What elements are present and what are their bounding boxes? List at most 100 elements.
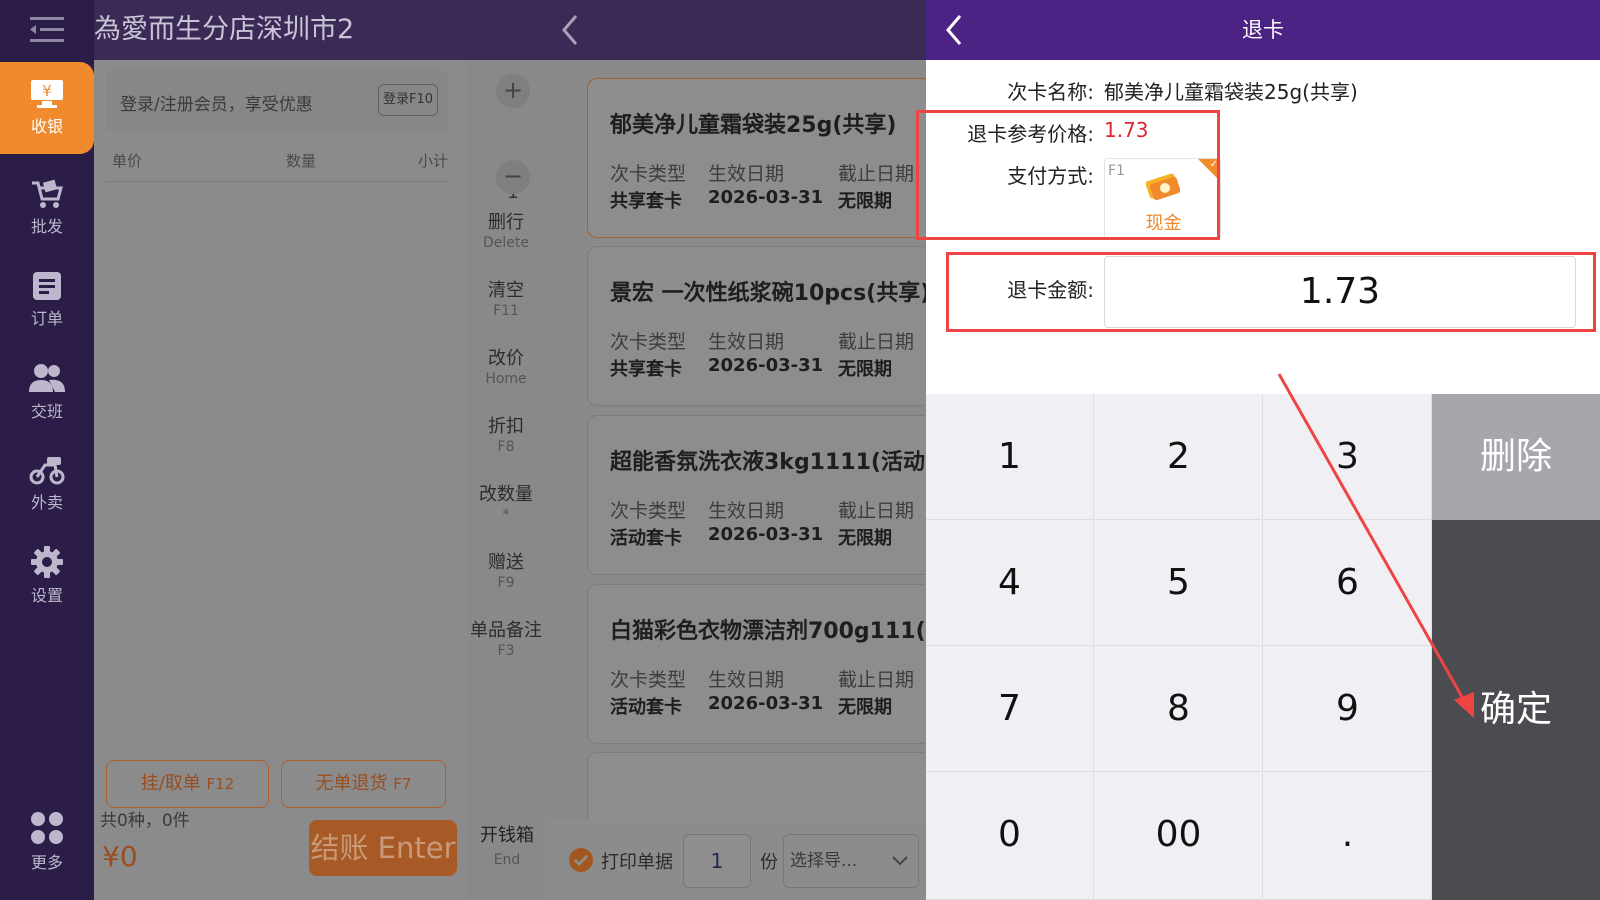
nav-label: 交班 (30, 402, 63, 421)
more-grid-icon (31, 812, 63, 844)
guide-select-value: 选择导... (790, 851, 858, 871)
card-item[interactable]: 白猫彩色衣物漂洁剂700g111(活动) 次卡类型 生效日期 截止日期 活动套卡… (587, 584, 926, 744)
card-title: 白猫彩色衣物漂洁剂700g111(活动) (610, 619, 926, 644)
refund-card-dialog: 退卡 次卡名称: 郁美净儿童霜袋装25g(共享) 退卡参考价格: 1.73 支付… (916, 0, 1600, 900)
nav-shift[interactable]: 交班 (0, 346, 94, 438)
return-key: F7 (393, 775, 412, 793)
key-3[interactable]: 3 (1264, 394, 1432, 520)
key-0[interactable]: 0 (926, 772, 1094, 900)
card-start-label: 生效日期 (708, 669, 785, 691)
func-label: 单品备注 (470, 620, 542, 641)
key-dot[interactable]: . (1264, 772, 1432, 900)
nav-label: 收银 (30, 117, 63, 136)
dialog-back-button[interactable] (944, 14, 964, 50)
card-end-label: 截止日期 (838, 500, 915, 522)
func-label: 折扣 (488, 416, 524, 437)
copies-unit: 份 (760, 852, 778, 873)
cart-panel: 登录/注册会员，享受优惠 登录F10 单价 数量 小计 挂/取单 F12 无单退… (94, 60, 467, 900)
drawer-key: End (493, 852, 521, 868)
qty-plus-button[interactable]: + (496, 74, 530, 108)
card-end-label: 截止日期 (838, 669, 915, 691)
return-label: 无单退货 (315, 773, 388, 794)
card-item[interactable]: 超能香氛洗衣液3kg1111(活动) 次卡类型 生效日期 截止日期 活动套卡 2… (587, 415, 926, 575)
card-type: 共享套卡 (610, 191, 682, 212)
key-4[interactable]: 4 (926, 520, 1094, 646)
func-label: 改价 (488, 348, 524, 369)
card-item[interactable]: 郁美净儿童霜袋装25g(共享) 次卡类型 生效日期 截止日期 共享套卡 2026… (587, 78, 926, 238)
function-column: + 1 − 删行 Delete 清空 F11 改价 Home 折扣 F8 改数量… (467, 60, 545, 900)
card-start-label: 生效日期 (708, 163, 785, 185)
func-change-qty[interactable]: 改数量 * (467, 484, 545, 524)
card-item-partial[interactable] (587, 752, 926, 820)
card-end-label: 截止日期 (838, 331, 915, 353)
func-key: F3 (497, 643, 515, 659)
top-bar: 為愛而生分店深圳市2 (94, 0, 926, 60)
card-start-label: 生效日期 (708, 500, 785, 522)
chevron-down-icon (892, 856, 908, 866)
func-change-price[interactable]: 改价 Home (467, 348, 545, 388)
card-item[interactable]: 景宏 一次性纸浆碗10pcs(共享) 次卡类型 生效日期 截止日期 共享套卡 2… (587, 246, 926, 406)
login-button[interactable]: 登录F10 (378, 84, 438, 116)
card-start-label: 生效日期 (708, 331, 785, 353)
guide-select[interactable]: 选择导... (783, 834, 919, 888)
highlight-box-amount (946, 252, 1596, 332)
key-6[interactable]: 6 (1264, 520, 1432, 646)
key-2[interactable]: 2 (1095, 394, 1263, 520)
hold-order-key: F12 (206, 775, 235, 793)
func-key: Home (485, 371, 527, 387)
nav-delivery[interactable]: 外卖 (0, 438, 94, 530)
nav-wholesale[interactable]: 批发 (0, 162, 94, 254)
cashier-icon: ¥ (31, 80, 63, 108)
key-1[interactable]: 1 (926, 394, 1094, 520)
func-key: * (502, 507, 510, 523)
func-discount[interactable]: 折扣 F8 (467, 416, 545, 456)
copies-input[interactable]: 1 (683, 834, 751, 888)
card-type: 活动套卡 (610, 697, 682, 718)
key-00[interactable]: 00 (1095, 772, 1263, 900)
confirm-key[interactable]: 确定 (1432, 520, 1600, 900)
func-label: 删行 (488, 212, 524, 233)
checkout-button[interactable]: 结账 Enter (309, 820, 457, 876)
func-clear[interactable]: 清空 F11 (467, 280, 545, 320)
card-start: 2026-03-31 (708, 355, 824, 376)
key-5[interactable]: 5 (1095, 520, 1263, 646)
card-title: 郁美净儿童霜袋装25g(共享) (610, 113, 897, 138)
card-type-label: 次卡类型 (610, 500, 687, 522)
hold-order-button[interactable]: 挂/取单 F12 (106, 760, 269, 808)
card-name-value: 郁美净儿童霜袋装25g(共享) (1104, 80, 1358, 104)
key-9[interactable]: 9 (1264, 646, 1432, 772)
card-end: 无限期 (838, 528, 892, 549)
key-7[interactable]: 7 (926, 646, 1094, 772)
nav-label: 批发 (30, 217, 63, 236)
nav-orders[interactable]: 订单 (0, 254, 94, 346)
nav-more[interactable]: 更多 (0, 796, 94, 888)
col-unit-price: 单价 (112, 152, 143, 170)
chevron-left-icon (946, 15, 962, 45)
func-delete-row[interactable]: 删行 Delete (467, 212, 545, 252)
card-title: 景宏 一次性纸浆碗10pcs(共享) (610, 281, 926, 306)
func-label: 清空 (488, 280, 524, 301)
qty-minus-button[interactable]: − (496, 160, 530, 194)
func-item-note[interactable]: 单品备注 F3 (467, 620, 545, 660)
back-button[interactable] (560, 14, 580, 50)
member-prompt: 登录/注册会员，享受优惠 (120, 95, 313, 115)
open-cash-drawer-button[interactable]: 开钱箱 End (470, 820, 544, 900)
numeric-keypad: 1 2 3 4 5 6 7 8 9 0 00 . 删除 确定 (926, 394, 1600, 900)
print-receipt-checkbox[interactable] (569, 848, 593, 872)
card-end-label: 截止日期 (838, 163, 915, 185)
nav-settings[interactable]: 设置 (0, 530, 94, 622)
func-gift[interactable]: 赠送 F9 (467, 552, 545, 592)
menu-toggle[interactable] (0, 0, 94, 60)
delete-key[interactable]: 删除 (1432, 394, 1600, 520)
nav-label: 设置 (30, 586, 63, 605)
return-no-receipt-button[interactable]: 无单退货 F7 (281, 760, 446, 808)
card-type-label: 次卡类型 (610, 669, 687, 691)
func-key: F9 (497, 575, 515, 591)
dialog-title: 退卡 (1242, 18, 1284, 42)
nav-cashier[interactable]: ¥ 收银 (0, 62, 94, 154)
key-8[interactable]: 8 (1095, 646, 1263, 772)
hold-order-label: 挂/取单 (140, 773, 201, 794)
member-login-box[interactable]: 登录/注册会员，享受优惠 登录F10 (106, 70, 448, 132)
card-start: 2026-03-31 (708, 693, 824, 714)
drawer-label: 开钱箱 (480, 825, 534, 846)
